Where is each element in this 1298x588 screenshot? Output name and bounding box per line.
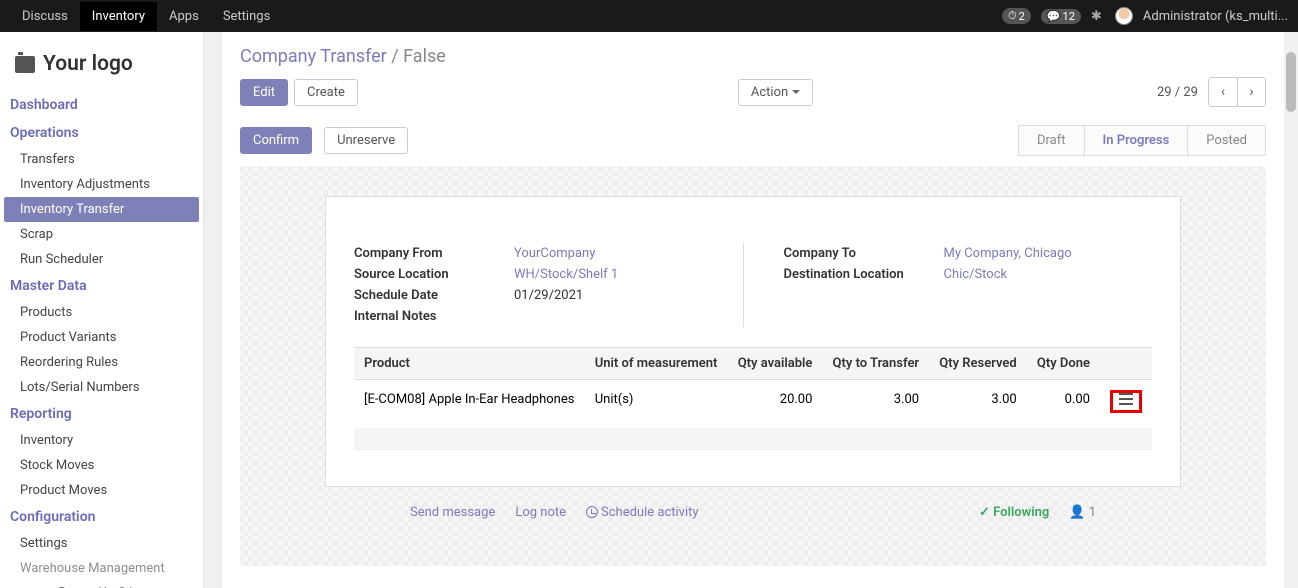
sidebar: Your logo Dashboard Operations Transfers… xyxy=(0,32,204,588)
status-posted[interactable]: Posted xyxy=(1188,125,1266,156)
log-note-link[interactable]: Log note xyxy=(515,505,566,520)
sidebar-item-lots[interactable]: Lots/Serial Numbers xyxy=(0,375,203,400)
statusbar: Confirm Unreserve Draft In Progress Post… xyxy=(240,117,1266,166)
clock-badge-count: 2 xyxy=(1019,10,1025,23)
cell-reserved: 3.00 xyxy=(929,380,1027,424)
sb-dashboard[interactable]: Dashboard xyxy=(0,91,203,119)
sidebar-item-reorder[interactable]: Reordering Rules xyxy=(0,350,203,375)
avatar[interactable] xyxy=(1115,7,1133,25)
followers-count[interactable]: 👤 1 xyxy=(1069,505,1096,520)
sidebar-item-settings[interactable]: Settings xyxy=(0,531,203,556)
scrollbar-thumb[interactable] xyxy=(1286,52,1296,112)
top-navbar: Discuss Inventory Apps Settings ⏱ 2 💬 12… xyxy=(0,0,1298,32)
sidebar-item-products[interactable]: Products xyxy=(0,300,203,325)
value-company-from[interactable]: YourCompany xyxy=(514,246,595,261)
chat-badge[interactable]: 💬 12 xyxy=(1041,9,1081,24)
action-dropdown[interactable]: Action xyxy=(738,79,813,106)
status-in-progress[interactable]: In Progress xyxy=(1085,125,1189,156)
following-button[interactable]: Following xyxy=(979,505,1049,520)
breadcrumb: Company Transfer / False xyxy=(240,46,446,67)
pager-text: 29 / 29 xyxy=(1157,85,1198,100)
bug-icon[interactable] xyxy=(1091,9,1105,23)
powered-by: Powered by Odoo xyxy=(0,581,203,588)
value-company-to[interactable]: My Company, Chicago xyxy=(944,246,1072,261)
pager-prev-button[interactable]: ‹ xyxy=(1209,78,1237,106)
th-transfer[interactable]: Qty to Transfer xyxy=(822,348,929,380)
send-message-link[interactable]: Send message xyxy=(410,505,495,520)
sidebar-item-product-moves[interactable]: Product Moves xyxy=(0,478,203,503)
user-name[interactable]: Administrator (ks_multi... xyxy=(1143,9,1288,24)
cell-uom: Unit(s) xyxy=(585,380,728,424)
cell-done: 0.00 xyxy=(1027,380,1100,424)
edit-button[interactable]: Edit xyxy=(240,79,288,106)
status-steps: Draft In Progress Posted xyxy=(1018,125,1266,156)
sb-operations[interactable]: Operations xyxy=(0,119,203,147)
sb-config[interactable]: Configuration xyxy=(0,503,203,531)
nav-discuss[interactable]: Discuss xyxy=(10,2,80,31)
label-source-loc: Source Location xyxy=(354,267,514,282)
nav-settings[interactable]: Settings xyxy=(211,2,282,31)
sb-master-data[interactable]: Master Data xyxy=(0,272,203,300)
label-company-from: Company From xyxy=(354,246,514,261)
vertical-scrollbar[interactable] xyxy=(1284,32,1298,588)
cell-product: [E-COM08] Apple In-Ear Headphones xyxy=(354,380,585,424)
lines-table: Product Unit of measurement Qty availabl… xyxy=(354,347,1152,450)
th-uom[interactable]: Unit of measurement xyxy=(585,348,728,380)
form-card: Company FromYourCompany Source LocationW… xyxy=(325,196,1181,487)
label-company-to: Company To xyxy=(784,246,944,261)
camera-icon xyxy=(15,56,35,73)
toolbar: Edit Create Action 29 / 29 ‹ › xyxy=(222,67,1284,117)
main-area: Company Transfer / False Edit Create Act… xyxy=(204,32,1298,588)
value-source-loc[interactable]: WH/Stock/Shelf 1 xyxy=(514,267,618,282)
sidebar-item-inv-adjust[interactable]: Inventory Adjustments xyxy=(0,172,203,197)
cell-transfer: 3.00 xyxy=(822,380,929,424)
create-button[interactable]: Create xyxy=(294,79,358,106)
th-done[interactable]: Qty Done xyxy=(1027,348,1100,380)
sb-reporting[interactable]: Reporting xyxy=(0,400,203,428)
unreserve-button[interactable]: Unreserve xyxy=(324,127,408,154)
caret-down-icon xyxy=(792,90,800,94)
nav-inventory[interactable]: Inventory xyxy=(80,2,157,31)
value-dest-loc[interactable]: Chic/Stock xyxy=(944,267,1008,282)
nav-apps[interactable]: Apps xyxy=(157,2,211,31)
clock-icon xyxy=(586,506,598,518)
schedule-activity-link[interactable]: Schedule activity xyxy=(586,505,699,520)
sidebar-item-inv-transfer[interactable]: Inventory Transfer xyxy=(4,197,199,222)
sidebar-item-variants[interactable]: Product Variants xyxy=(0,325,203,350)
chatter-bar: Send message Log note Schedule activity … xyxy=(325,487,1181,520)
status-draft[interactable]: Draft xyxy=(1018,125,1085,156)
pager: 29 / 29 ‹ › xyxy=(1157,77,1266,107)
confirm-button[interactable]: Confirm xyxy=(240,127,312,154)
breadcrumb-current: False xyxy=(403,46,446,67)
value-sched-date: 01/29/2021 xyxy=(514,288,583,303)
sidebar-item-warehouse[interactable]: Warehouse Management xyxy=(0,556,203,581)
logo[interactable]: Your logo xyxy=(0,32,203,91)
label-sched-date: Schedule Date xyxy=(354,288,514,303)
sidebar-item-run-sched[interactable]: Run Scheduler xyxy=(0,247,203,272)
breadcrumb-root[interactable]: Company Transfer xyxy=(240,46,387,67)
label-notes: Internal Notes xyxy=(354,309,514,324)
sidebar-item-transfers[interactable]: Transfers xyxy=(0,147,203,172)
th-product[interactable]: Product xyxy=(354,348,585,380)
label-dest-loc: Destination Location xyxy=(784,267,944,282)
sidebar-item-stock-moves[interactable]: Stock Moves xyxy=(0,453,203,478)
th-avail[interactable]: Qty available xyxy=(728,348,823,380)
th-reserved[interactable]: Qty Reserved xyxy=(929,348,1027,380)
table-row[interactable]: [E-COM08] Apple In-Ear Headphones Unit(s… xyxy=(354,380,1152,424)
top-nav-menu: Discuss Inventory Apps Settings xyxy=(10,2,282,31)
clock-badge[interactable]: ⏱ 2 xyxy=(1002,8,1031,24)
sidebar-item-rep-inv[interactable]: Inventory xyxy=(0,428,203,453)
logo-text: Your logo xyxy=(43,52,133,76)
pager-next-button[interactable]: › xyxy=(1237,78,1265,106)
chat-badge-count: 12 xyxy=(1063,10,1075,23)
cell-avail: 20.00 xyxy=(728,380,823,424)
sidebar-item-scrap[interactable]: Scrap xyxy=(0,222,203,247)
detail-list-icon[interactable] xyxy=(1114,388,1138,410)
